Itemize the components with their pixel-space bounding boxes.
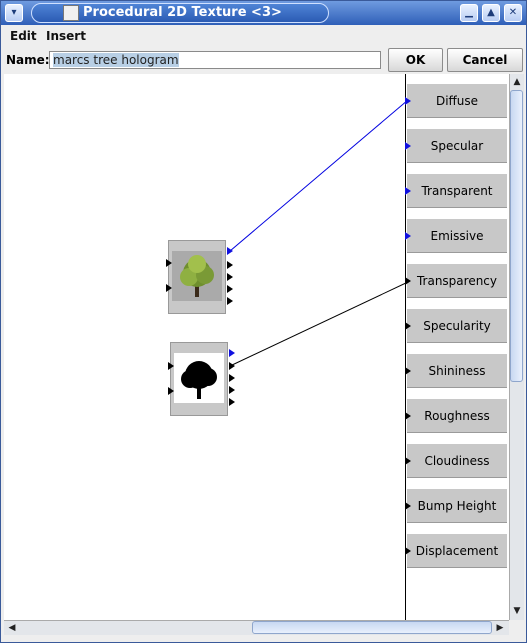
- output-port-roughness[interactable]: [405, 412, 411, 420]
- name-row: Name: marcs tree hologram OK Cancel: [2, 47, 526, 74]
- output-port-specularity[interactable]: [405, 322, 411, 330]
- output-displacement[interactable]: Displacement: [407, 534, 507, 568]
- input-port[interactable]: [166, 259, 172, 267]
- scroll-down-icon[interactable]: ▼: [510, 604, 524, 618]
- output-transparent[interactable]: Transparent: [407, 174, 507, 208]
- output-port[interactable]: [229, 349, 235, 357]
- input-port[interactable]: [168, 387, 174, 395]
- chevron-down-icon[interactable]: ▾: [5, 4, 23, 22]
- name-field[interactable]: marcs tree hologram: [49, 51, 381, 69]
- output-emissive[interactable]: Emissive: [407, 219, 507, 253]
- ok-button[interactable]: OK: [388, 48, 443, 72]
- output-label: Emissive: [430, 228, 484, 243]
- link-diffuse[interactable]: [229, 99, 409, 252]
- link-transparency[interactable]: [229, 281, 409, 367]
- output-port[interactable]: [229, 386, 235, 394]
- output-label: Specular: [430, 138, 484, 153]
- output-shininess[interactable]: Shininess: [407, 354, 507, 388]
- java-cup-icon: [63, 5, 79, 21]
- output-label: Cloudiness: [424, 453, 490, 468]
- output-port[interactable]: [229, 398, 235, 406]
- output-port[interactable]: [227, 261, 233, 269]
- output-transparency[interactable]: Transparency: [407, 264, 507, 298]
- scroll-up-icon[interactable]: ▲: [510, 75, 524, 89]
- image-node-black-tree[interactable]: [170, 342, 228, 416]
- output-port-bump-height[interactable]: [405, 502, 411, 510]
- output-port-displacement[interactable]: [405, 547, 411, 555]
- output-label: Specularity: [423, 318, 491, 333]
- output-port-connected[interactable]: [227, 247, 233, 255]
- maximize-icon[interactable]: ▲: [482, 4, 500, 22]
- window-title: Procedural 2D Texture <3>: [83, 5, 282, 20]
- tree-thumbnail-black: [174, 353, 224, 403]
- output-port[interactable]: [227, 297, 233, 305]
- vertical-scroll-thumb[interactable]: [510, 90, 523, 382]
- output-diffuse[interactable]: Diffuse: [407, 84, 507, 118]
- output-label: Bump Height: [417, 498, 497, 513]
- output-cloudiness[interactable]: Cloudiness: [407, 444, 507, 478]
- name-field-value: marcs tree hologram: [53, 53, 179, 67]
- output-port-connected[interactable]: [229, 362, 235, 370]
- tree-thumbnail-color: [172, 251, 222, 301]
- menu-edit[interactable]: Edit: [10, 29, 37, 43]
- output-port[interactable]: [227, 285, 233, 293]
- image-node-color-tree[interactable]: [168, 240, 226, 314]
- output-port-emissive[interactable]: [405, 232, 411, 240]
- vertical-scrollbar[interactable]: ▲ ▼: [509, 74, 524, 620]
- name-label: Name:: [6, 53, 50, 67]
- horizontal-scroll-thumb[interactable]: [252, 621, 492, 634]
- output-label: Roughness: [424, 408, 490, 423]
- scroll-right-icon[interactable]: ▶: [493, 621, 507, 635]
- minimize-icon[interactable]: ▁: [460, 4, 478, 22]
- menu-insert[interactable]: Insert: [46, 29, 86, 43]
- output-specular[interactable]: Specular: [407, 129, 507, 163]
- close-icon[interactable]: ✕: [504, 4, 522, 22]
- output-specularity[interactable]: Specularity: [407, 309, 507, 343]
- input-port[interactable]: [168, 362, 174, 370]
- output-label: Transparent: [421, 183, 493, 198]
- output-port-transparency[interactable]: [405, 277, 411, 285]
- title-bar: ▾ Procedural 2D Texture <3> ▁ ▲ ✕: [1, 1, 526, 25]
- output-port[interactable]: [227, 273, 233, 281]
- output-port-cloudiness[interactable]: [405, 457, 411, 465]
- output-roughness[interactable]: Roughness: [407, 399, 507, 433]
- cancel-button[interactable]: Cancel: [447, 48, 523, 72]
- scroll-left-icon[interactable]: ◀: [5, 621, 19, 635]
- texture-canvas[interactable]: Diffuse Specular Transparent Emissive Tr…: [4, 74, 509, 620]
- output-port-shininess[interactable]: [405, 367, 411, 375]
- output-port-transparent[interactable]: [405, 187, 411, 195]
- output-bump-height[interactable]: Bump Height: [407, 489, 507, 523]
- output-port[interactable]: [229, 374, 235, 382]
- output-label: Shininess: [428, 363, 486, 378]
- horizontal-scrollbar[interactable]: ◀ ▶: [4, 620, 509, 635]
- output-label: Displacement: [415, 543, 499, 558]
- output-label: Diffuse: [435, 93, 479, 108]
- output-label: Transparency: [416, 273, 498, 288]
- input-port[interactable]: [166, 284, 172, 292]
- output-port-specular[interactable]: [405, 142, 411, 150]
- window-frame: ▾ Procedural 2D Texture <3> ▁ ▲ ✕ Edit I…: [0, 0, 527, 643]
- output-port-diffuse[interactable]: [405, 97, 411, 105]
- menu-bar: Edit Insert: [2, 26, 526, 46]
